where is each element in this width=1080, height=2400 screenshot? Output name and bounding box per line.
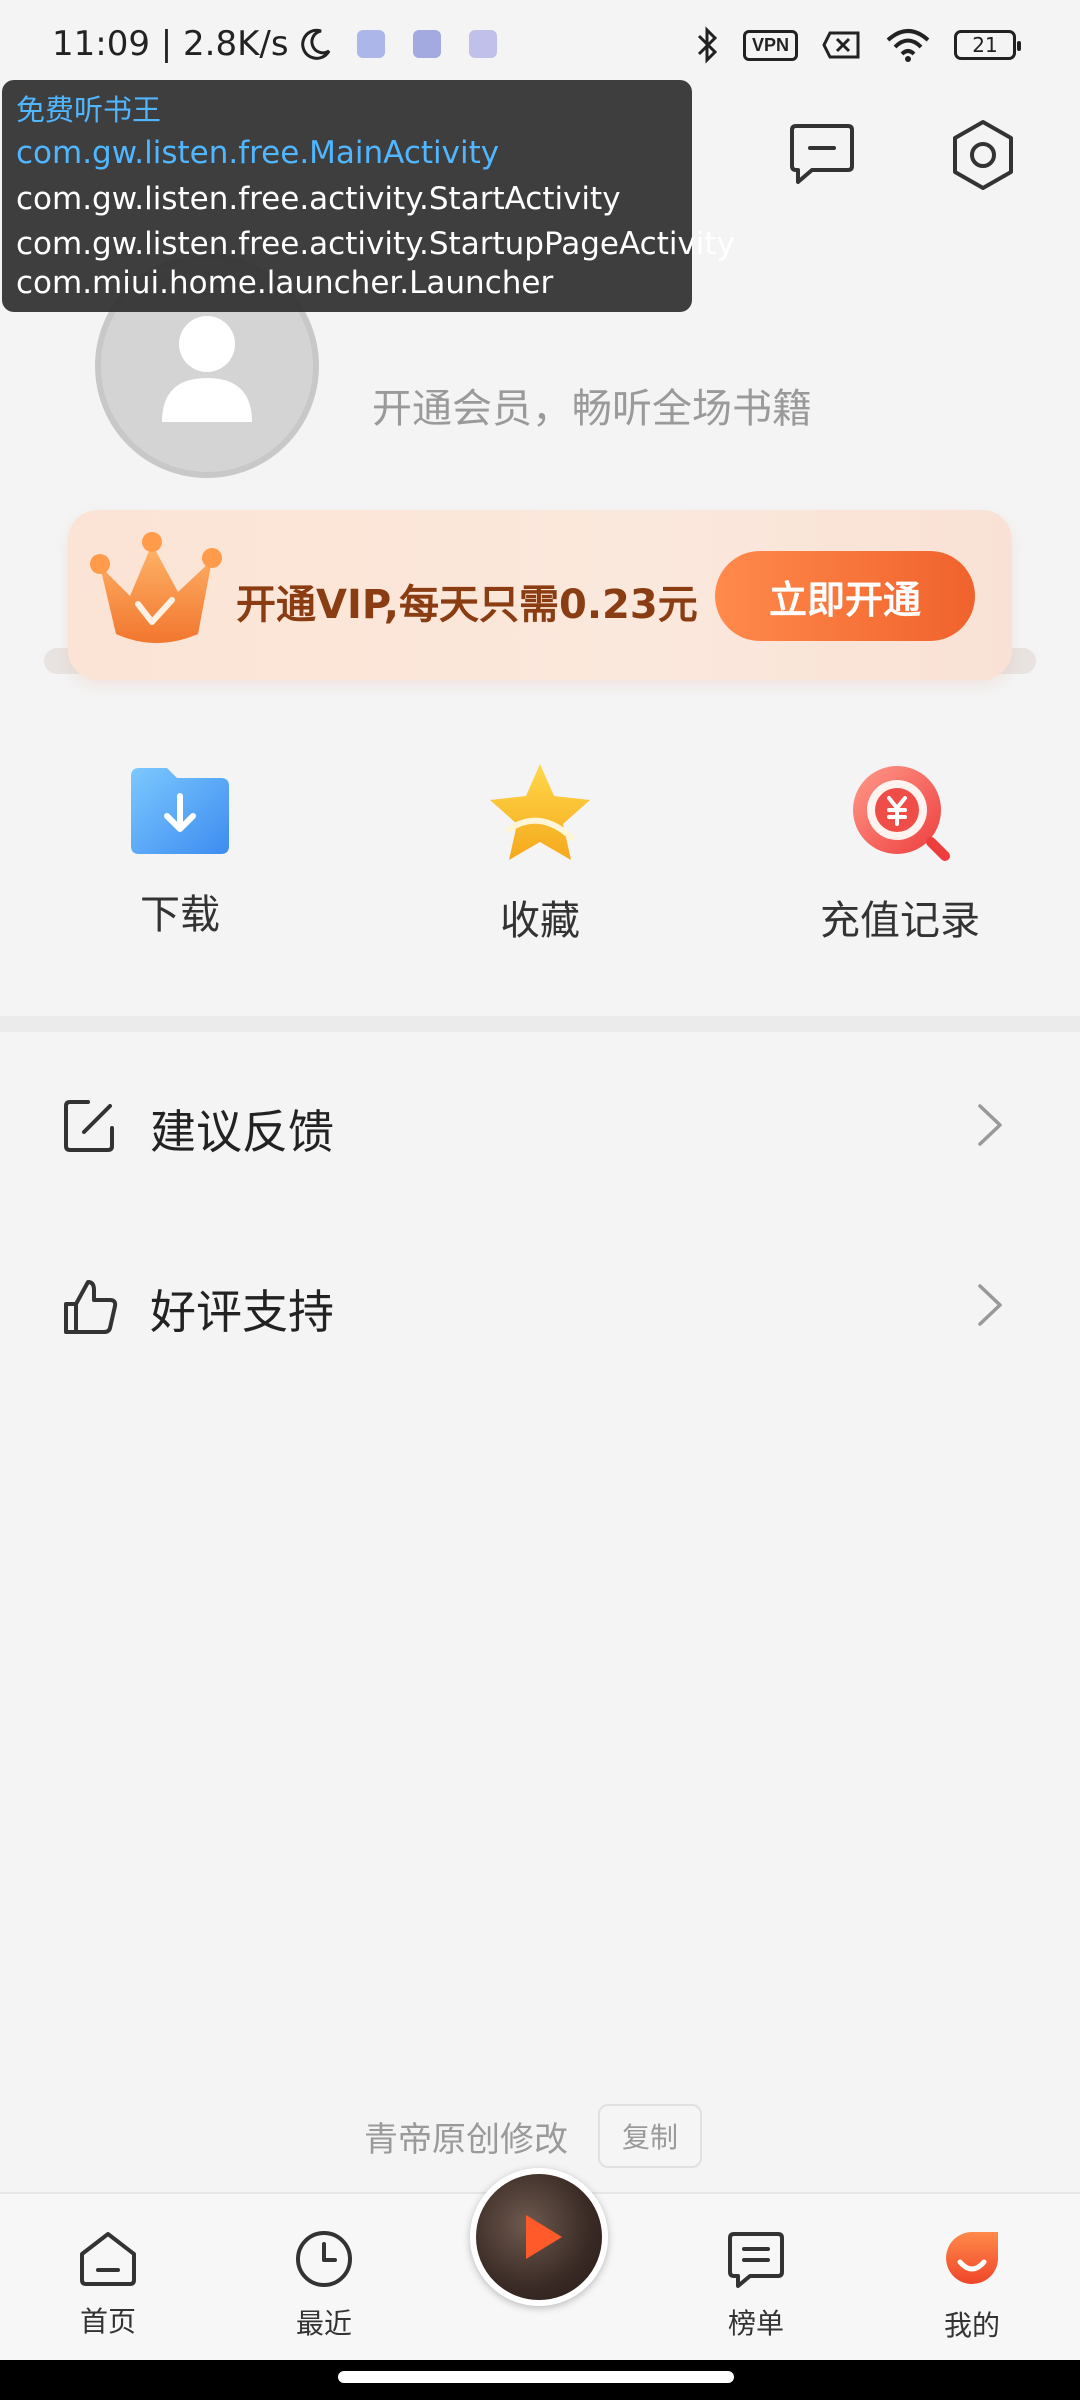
overlay-line: com.miui.home.launcher.Launcher xyxy=(16,265,554,301)
nav-rankings[interactable]: 榜单 xyxy=(686,2228,826,2342)
status-left: 11:09 | 2.8K/s xyxy=(52,24,497,64)
user-silhouette-icon xyxy=(162,316,252,422)
nav-label: 首页 xyxy=(79,2305,136,2338)
notification-icon xyxy=(356,30,385,58)
credit-line: 青帝原创修改 复制 xyxy=(364,2104,703,2168)
quick-action-label: 下载 xyxy=(140,892,220,938)
nav-recent[interactable]: 最近 xyxy=(254,2228,394,2342)
quick-action-favorites[interactable]: 收藏 xyxy=(390,760,690,946)
notification-icon xyxy=(412,30,441,58)
overlay-line: com.gw.listen.free.activity.StartupPageA… xyxy=(16,226,735,262)
menu-item-rate-support[interactable]: 好评支持 xyxy=(0,1246,1080,1366)
status-time: 11:09 | 2.8K/s xyxy=(52,24,289,64)
chevron-right-icon xyxy=(978,1284,1002,1326)
overlay-app-name: 免费听书王 xyxy=(16,93,162,127)
nav-label: 我的 xyxy=(943,2309,1000,2342)
moon-icon xyxy=(300,28,330,60)
clock-icon xyxy=(296,2231,352,2287)
copy-button[interactable]: 复制 xyxy=(598,2104,703,2168)
settings-icon[interactable] xyxy=(946,118,1020,192)
overlay-line: com.gw.listen.free.MainActivity xyxy=(16,135,500,171)
home-icon xyxy=(80,2232,136,2286)
no-sim-icon xyxy=(822,31,860,59)
activity-debug-overlay: 免费听书王 com.gw.listen.free.MainActivity co… xyxy=(2,80,735,312)
nav-home[interactable]: 首页 xyxy=(38,2228,178,2340)
profile-circle-icon xyxy=(946,2232,998,2284)
membership-prompt[interactable]: 开通会员，畅听全场书籍 xyxy=(372,376,812,434)
status-right: VPN 21 xyxy=(695,26,1021,64)
list-chat-icon xyxy=(728,2232,784,2288)
chevron-right-icon xyxy=(978,1104,1002,1146)
now-playing-button[interactable] xyxy=(470,2168,608,2306)
notification-icon xyxy=(468,30,497,58)
wifi-icon xyxy=(886,29,930,62)
quick-action-label: 收藏 xyxy=(500,898,580,944)
thumbs-up-icon xyxy=(64,1280,118,1334)
open-vip-button[interactable]: 立即开通 xyxy=(715,551,975,641)
quick-action-label: 充值记录 xyxy=(820,898,980,944)
home-indicator[interactable] xyxy=(338,2371,734,2383)
overlay-line: com.gw.listen.free.activity.StartActivit… xyxy=(16,181,621,217)
bluetooth-icon xyxy=(697,26,718,64)
nav-label: 榜单 xyxy=(727,2307,784,2340)
credit-text: 青帝原创修改 xyxy=(364,2119,568,2160)
star-icon xyxy=(490,764,590,860)
download-folder-icon xyxy=(131,768,229,854)
menu-item-label: 建议反馈 xyxy=(150,1105,334,1159)
message-icon[interactable] xyxy=(786,118,858,190)
yuan-search-icon xyxy=(853,766,950,861)
edit-icon xyxy=(64,1100,114,1152)
crown-icon xyxy=(90,532,222,643)
section-divider xyxy=(0,1016,1080,1032)
quick-action-recharge-history[interactable]: 充值记录 xyxy=(750,760,1050,946)
quick-action-download[interactable]: 下载 xyxy=(30,760,330,940)
vpn-badge: VPN xyxy=(742,29,798,61)
play-icon xyxy=(526,2215,562,2259)
menu-item-label: 好评支持 xyxy=(150,1285,334,1339)
menu-item-feedback[interactable]: 建议反馈 xyxy=(0,1066,1080,1186)
vip-promo-text: 开通VIP,每天只需0.23元 xyxy=(236,582,698,628)
battery-indicator: 21 xyxy=(954,30,1021,60)
nav-label: 最近 xyxy=(295,2307,352,2340)
nav-mine[interactable]: 我的 xyxy=(902,2228,1042,2344)
